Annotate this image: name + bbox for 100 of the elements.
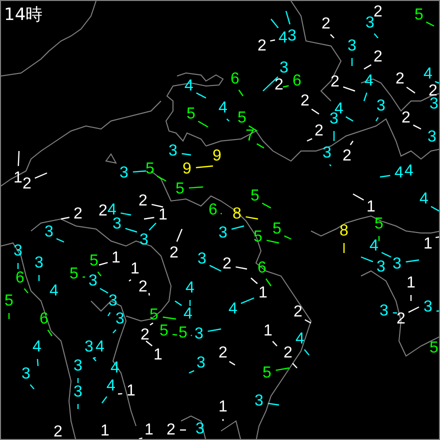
wind-speed-label: 1 <box>158 206 168 224</box>
wind-speed-label: 4 <box>184 78 194 94</box>
wind-speed-label: 2 <box>314 122 324 140</box>
wind-speed-label: 1 <box>126 382 136 400</box>
wind-speed-label: 3 <box>322 144 332 162</box>
wind-speed-label: 2 <box>402 110 410 126</box>
wind-speed-label: 3 <box>366 14 374 32</box>
wind-speed-label: 1 <box>424 236 432 252</box>
wind-speed-label: 4 <box>184 306 192 322</box>
wind-speed-label: 3 <box>108 292 118 310</box>
wind-speed-label: 3 <box>424 298 432 316</box>
wind-speed-label: 2 <box>138 192 148 210</box>
wind-speed-label: 5 <box>176 180 184 198</box>
wind-speed-label: 2 <box>294 304 302 320</box>
wind-speed-label: 3 <box>428 128 436 146</box>
wind-speed-label: 5 <box>186 106 196 122</box>
wind-speed-label: 1 <box>144 422 154 438</box>
wind-speed-label: 5 <box>146 160 154 178</box>
wind-speed-label: 6 <box>208 202 218 218</box>
wind-speed-label: 2 <box>300 92 310 110</box>
wind-speed-label: 2 <box>74 206 82 222</box>
wind-speed-label: 9 <box>182 160 192 178</box>
wind-speed-label: 5 <box>90 252 98 270</box>
wind-speed-label: 3 <box>196 354 206 372</box>
wind-speed-label: 3 <box>120 164 128 182</box>
wind-speed-label: 3 <box>218 224 228 242</box>
wind-speed-label: 3 <box>168 142 178 160</box>
wind-speed-label: 4 <box>50 282 58 300</box>
wind-speed-label: 5 <box>374 216 384 232</box>
wind-speed-label: 4 <box>296 330 304 348</box>
wind-speed-label: 5 <box>414 6 424 24</box>
wind-speed-label: 9 <box>212 148 222 164</box>
wind-speed-label: 1 <box>258 284 268 302</box>
wind-speed-label: 5 <box>430 340 438 356</box>
wind-speed-label: 2 <box>374 4 382 20</box>
wind-speed-label: 4 <box>394 164 404 182</box>
wind-speed-label: 3 <box>88 272 98 290</box>
wind-speed-label: 4 <box>370 238 378 254</box>
wind-speed-label: 4 <box>278 30 288 46</box>
wind-speed-label: 3 <box>112 216 122 232</box>
wind-speed-label: 1 <box>100 422 110 439</box>
wind-speed-label: 3 <box>392 256 402 272</box>
wind-speed-label: 2 <box>396 70 404 88</box>
map-title: 14時 <box>4 5 43 25</box>
wind-speed-label: 3 <box>280 60 288 76</box>
wind-speed-label: 8 <box>232 206 242 222</box>
wind-speed-label: 2 <box>330 74 340 90</box>
wind-speed-label: 3 <box>254 392 264 410</box>
wind-speed-label: 1 <box>154 346 162 364</box>
wind-speed-label: 1 <box>218 398 228 416</box>
wind-speed-label: 5 <box>178 324 188 342</box>
wind-speed-label: 3 <box>288 28 296 44</box>
wind-speed-label: 5 <box>160 322 168 340</box>
wind-speed-label: 1 <box>366 198 376 216</box>
wind-speed-label: 3 <box>348 38 356 54</box>
wind-speed-label: 3 <box>74 358 82 374</box>
wind-speed-label: 1 <box>112 250 120 266</box>
wind-speed-label: 4 <box>106 378 116 394</box>
wind-speed-label: 2 <box>322 16 330 32</box>
wind-speed-label: 3 <box>194 326 204 342</box>
wind-speed-label: 3 <box>84 338 94 356</box>
wind-speed-label: 4 <box>110 360 120 376</box>
wind-speed-label: 5 <box>250 188 260 204</box>
wind-speed-label: 4 <box>32 338 42 356</box>
wind-speed-label: 3 <box>196 420 204 438</box>
wind-speed-label: 3 <box>14 242 22 260</box>
wind-speed-label: 3 <box>376 258 386 276</box>
wind-speed-label: 3 <box>198 250 206 268</box>
wind-speed-label: 2 <box>22 176 32 192</box>
wind-speed-label: 2 <box>396 310 406 328</box>
wind-speed-label: 4 <box>228 300 238 318</box>
wind-speed-label: 2 <box>374 48 382 66</box>
wind-speed-label: 3 <box>380 302 388 320</box>
wind-speed-label: 2 <box>98 202 108 220</box>
wind-speed-label: 2 <box>258 38 266 54</box>
wind-speed-label: 6 <box>16 270 24 286</box>
wind-speed-label: 6 <box>230 70 240 88</box>
wind-speed-label: 4 <box>218 100 228 116</box>
wind-speed-label: 8 <box>340 222 348 240</box>
wind-speed-label: 2 <box>54 424 62 439</box>
wind-speed-label: 4 <box>364 72 374 90</box>
wind-speed-label: 1 <box>14 170 22 186</box>
wind-speed-label: 3 <box>74 384 82 400</box>
wind-speed-label: 1 <box>406 274 416 292</box>
wind-speed-label: 4 <box>108 202 116 218</box>
wind-speed-label: 7 <box>246 128 254 144</box>
wind-speed-label: 2 <box>222 256 232 272</box>
wind-speed-label: 3 <box>430 96 438 112</box>
wind-speed-label: 2 <box>138 278 148 296</box>
wind-speed-label: 1 <box>130 260 140 278</box>
wind-speed-label: 3 <box>44 224 54 240</box>
wind-speed-label: 1 <box>264 322 272 340</box>
wind-speed-label: 4 <box>404 162 414 180</box>
wind-speed-label: 5 <box>272 220 282 238</box>
wind-speed-label: 3 <box>330 110 338 128</box>
wind-speed-label: 5 <box>4 292 14 310</box>
wind-speed-label: 3 <box>140 232 148 248</box>
wind-speed-label: 5 <box>70 266 78 282</box>
wind-speed-label: 6 <box>292 72 302 90</box>
wind-speed-label: 3 <box>22 366 30 382</box>
